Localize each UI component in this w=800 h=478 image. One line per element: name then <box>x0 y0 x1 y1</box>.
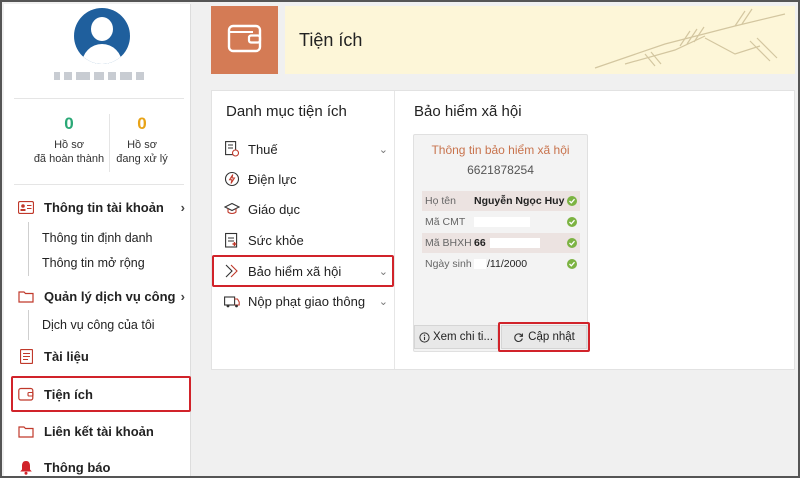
highlight-update-button <box>498 322 590 352</box>
info-circle-icon <box>419 331 430 343</box>
stat-completed-value: 0 <box>64 114 74 133</box>
stat-completed-label-1: Hồ sơ <box>54 139 84 151</box>
info-key: Mã CMT <box>425 216 466 228</box>
header-icon-box <box>211 6 278 74</box>
stat-processing-label-2: đang xử lý <box>116 153 168 165</box>
category-label: Thuế <box>248 141 278 157</box>
column-separator <box>394 91 395 369</box>
document-icon <box>18 348 34 364</box>
category-label: Sức khỏe <box>248 232 304 248</box>
bell-icon <box>18 460 34 475</box>
sidebar-item-label: Liên kết tài khoản <box>44 423 154 439</box>
avatar[interactable] <box>74 8 130 64</box>
electricity-icon <box>224 171 240 187</box>
stat-processing-value: 0 <box>137 114 147 133</box>
view-detail-label: Xem chi ti... <box>432 331 494 343</box>
traffic-fine-icon <box>224 293 240 309</box>
stat-completed-label-2: đã hoàn thành <box>33 153 105 165</box>
category-label: Bảo hiểm xã hội <box>248 263 342 279</box>
view-detail-button[interactable]: Xem chi ti... <box>414 325 498 349</box>
sidebar-item-label: Tiện ích <box>44 386 93 402</box>
submenu-line <box>28 310 29 340</box>
stat-processing: 0 Hồ sơ đang xử lý <box>102 114 182 166</box>
chevron-down-icon: ⌄ <box>378 265 388 278</box>
sidebar-item-notifications[interactable]: Thông báo <box>18 457 111 476</box>
category-item-electricity[interactable]: Điện lực <box>224 169 388 189</box>
info-row-name: Họ tên Nguyễn Ngọc Huy <box>422 191 580 211</box>
insurance-card: Thông tin bảo hiểm xã hội 6621878254 Họ … <box>413 134 588 352</box>
info-row-id-card: Mã CMT <box>422 212 580 232</box>
health-icon <box>224 232 240 248</box>
folder-icon <box>18 424 34 438</box>
folder-icon <box>18 289 34 303</box>
sidebar-item-public-service[interactable]: Quản lý dịch vụ công › <box>18 286 185 306</box>
check-icon <box>567 259 577 269</box>
info-value-redacted <box>474 217 567 227</box>
insurance-card-id: 6621878254 <box>467 163 534 177</box>
category-title: Danh mục tiện ích <box>226 103 347 120</box>
category-item-tax[interactable]: Thuế ⌄ <box>224 139 388 159</box>
stat-completed: 0 Hồ sơ đã hoàn thành <box>29 114 109 166</box>
sidebar-item-documents[interactable]: Tài liệu <box>18 346 89 366</box>
info-value-text: 66 <box>474 237 486 249</box>
stat-processing-label-1: Hồ sơ <box>127 139 157 151</box>
chevron-down-icon: ⌄ <box>378 143 388 156</box>
info-value: 66 <box>474 237 567 249</box>
education-icon <box>224 201 240 217</box>
bird-pattern-decoration <box>594 8 786 69</box>
insurance-card-title: Thông tin bảo hiểm xã hội <box>431 143 570 157</box>
check-icon <box>567 238 577 248</box>
check-icon <box>567 217 577 227</box>
category-label: Giáo dục <box>248 201 301 217</box>
info-value: /11/2000 <box>474 258 567 270</box>
category-item-health[interactable]: Sức khỏe <box>224 230 388 250</box>
user-name-redacted <box>54 72 144 82</box>
category-item-education[interactable]: Giáo dục <box>224 199 388 219</box>
category-label: Điện lực <box>248 171 297 187</box>
category-item-traffic-fine[interactable]: Nộp phạt giao thông ⌄ <box>224 291 388 311</box>
chevron-down-icon: ⌄ <box>378 295 388 308</box>
insurance-title: Bảo hiểm xã hội <box>414 103 522 120</box>
app-frame: 0 Hồ sơ đã hoàn thành 0 Hồ sơ đang xử lý… <box>0 0 800 478</box>
header-bar: Tiện ích <box>285 6 795 74</box>
divider <box>14 98 184 99</box>
sidebar-subitem-identity[interactable]: Thông tin định danh <box>42 231 153 245</box>
sidebar-item-account-info[interactable]: Thông tin tài khoản › <box>18 197 185 217</box>
utilities-panel: Danh mục tiện ích Thuế ⌄ Điện lực Giáo d… <box>211 90 795 370</box>
info-key: Mã BHXH <box>425 237 472 249</box>
avatar-head <box>91 17 113 41</box>
wallet-icon <box>18 387 34 401</box>
avatar-body <box>82 44 122 64</box>
sidebar: 0 Hồ sơ đã hoàn thành 0 Hồ sơ đang xử lý… <box>4 4 191 476</box>
insurance-icon <box>224 263 240 279</box>
info-value: Nguyễn Ngọc Huy <box>474 195 565 207</box>
sidebar-item-linked-accounts[interactable]: Liên kết tài khoản <box>18 421 154 441</box>
tax-icon <box>224 141 240 157</box>
check-icon <box>567 196 577 206</box>
divider <box>14 184 184 185</box>
info-key: Ngày sinh <box>425 258 472 270</box>
category-item-insurance[interactable]: Bảo hiểm xã hội ⌄ <box>224 261 388 281</box>
sidebar-item-label: Thông tin tài khoản <box>44 199 164 215</box>
sidebar-item-label: Thông báo <box>44 459 111 475</box>
sidebar-subitem-my-services[interactable]: Dịch vụ công của tôi <box>42 318 155 332</box>
sidebar-item-label: Tài liệu <box>44 348 89 364</box>
wallet-icon <box>227 23 263 58</box>
info-key: Họ tên <box>425 195 456 207</box>
sidebar-subitem-extended[interactable]: Thông tin mở rộng <box>42 256 145 270</box>
category-label: Nộp phạt giao thông <box>248 293 366 309</box>
sidebar-item-label: Quản lý dịch vụ công <box>44 288 176 304</box>
sidebar-item-utilities[interactable]: Tiện ích <box>18 384 93 404</box>
chevron-right-icon: › <box>180 288 185 304</box>
submenu-line <box>28 222 29 276</box>
page-title: Tiện ích <box>299 30 363 50</box>
info-row-insurance-code: Mã BHXH 66 <box>422 233 580 253</box>
chevron-right-icon: › <box>180 199 185 215</box>
id-card-icon <box>18 200 34 214</box>
info-row-birthdate: Ngày sinh /11/2000 <box>422 254 580 274</box>
info-value-text: /11/2000 <box>487 258 528 270</box>
